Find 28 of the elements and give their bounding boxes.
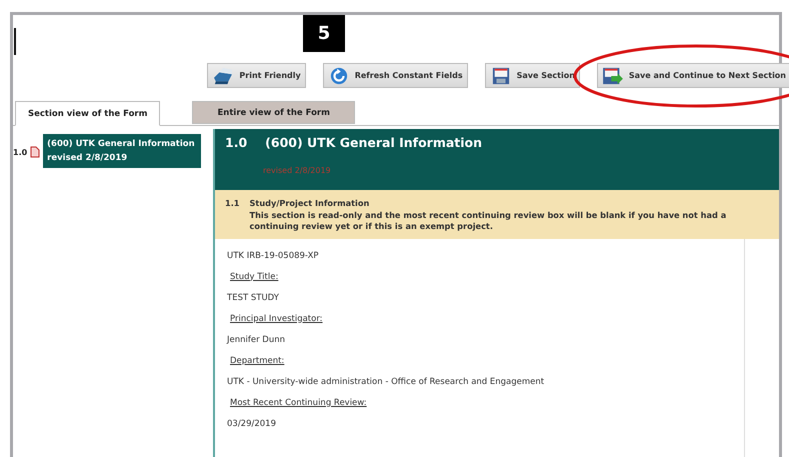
- revised-date: revised 2/8/2019: [263, 166, 332, 175]
- section-number: 1.0: [13, 148, 28, 157]
- field-label: Most Recent Continuing Review:: [230, 398, 367, 408]
- form-tab[interactable]: Section view of the Form: [15, 101, 160, 126]
- floppy-disk-arrow-icon: [602, 66, 624, 84]
- step-badge: 5: [303, 15, 345, 52]
- section-title: (600) UTK General Information: [265, 135, 482, 150]
- field-label: Principal Investigator:: [230, 314, 323, 324]
- toolbar-button[interactable]: Refresh Constant Fields: [322, 63, 468, 88]
- field-value: UTK - University-wide administration - Office of Research and Engagement: [227, 376, 544, 386]
- sidebar-item[interactable]: (600) UTK General Information revised 2/8/2019: [43, 134, 202, 168]
- field-label: Department:: [230, 356, 284, 366]
- subsection-title: Study/Project Information: [250, 198, 370, 210]
- field-value: 03/29/2019: [227, 418, 276, 428]
- section-number: 1.0: [225, 135, 248, 150]
- field-value: TEST STUDY: [227, 292, 279, 302]
- subsection-number: 1.1: [225, 198, 240, 210]
- field-value: Jennifer Dunn: [227, 334, 285, 344]
- printer-icon: [212, 66, 234, 84]
- field-value: UTK IRB-19-05089-XP: [227, 250, 319, 260]
- subsection-note: This section is read-only and the most recent continuing review box will be blank if you have not had a continuing review yet or if this is an exempt project.: [250, 210, 728, 232]
- document-icon: [30, 146, 40, 158]
- form-tab[interactable]: Entire view of the Form: [192, 101, 355, 124]
- text-cursor: [14, 28, 16, 55]
- field-label: Study Title:: [230, 272, 278, 282]
- toolbar-button[interactable]: Save Section: [484, 63, 580, 88]
- toolbar-button[interactable]: Save and Continue to Next Section: [596, 63, 789, 88]
- toolbar-button[interactable]: Print Friendly: [207, 63, 306, 88]
